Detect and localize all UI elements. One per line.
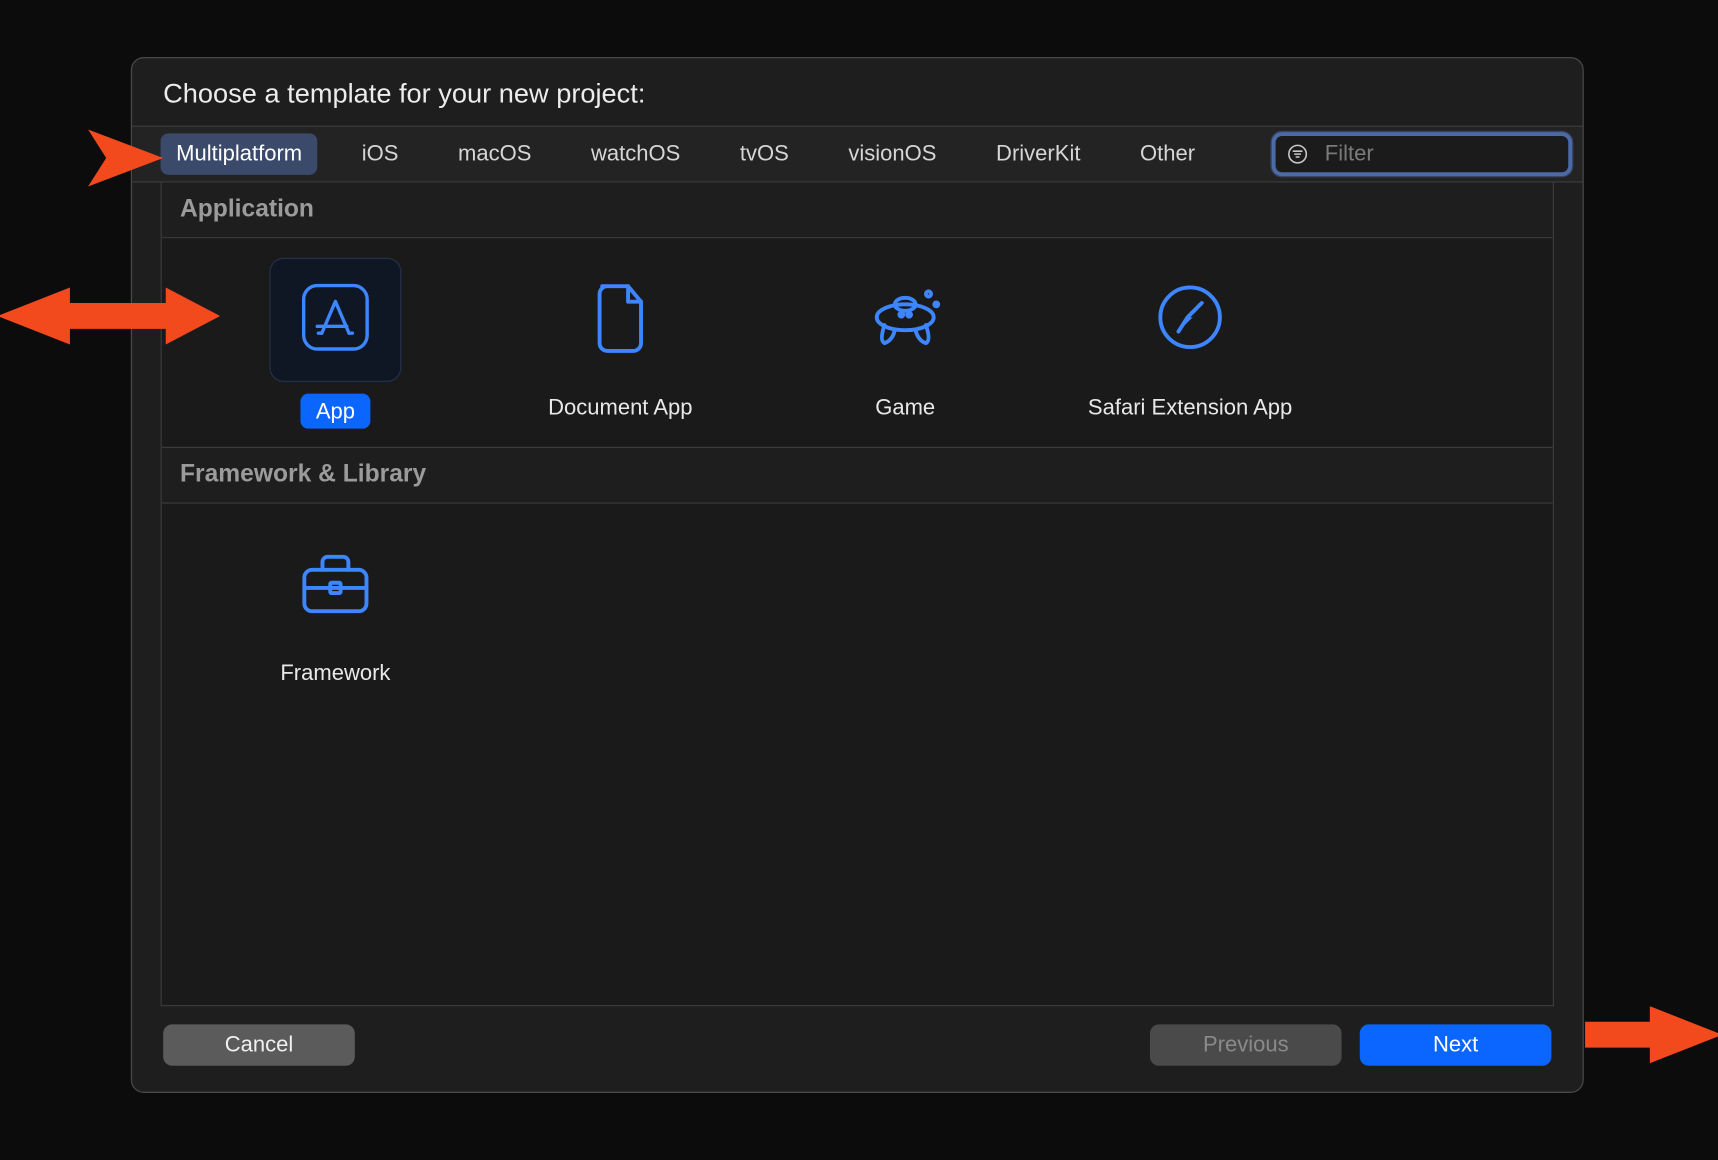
filter-input[interactable] [1325,141,1611,167]
tab-macos[interactable]: macOS [442,133,546,174]
section-application: App Document App [162,238,1553,448]
section-header-framework: Framework & Library [162,448,1553,504]
next-button[interactable]: Next [1360,1024,1552,1065]
game-icon [866,286,944,355]
template-game[interactable]: Game [763,246,1048,429]
template-document-app[interactable]: Document App [478,246,763,429]
template-label: App [300,394,370,429]
template-label: Safari Extension App [1088,394,1292,422]
app-icon [299,280,372,359]
template-app[interactable]: App [193,246,478,429]
tab-ios[interactable]: iOS [346,133,414,174]
platform-tab-bar: Multiplatform iOS macOS watchOS tvOS vis… [132,126,1582,183]
section-header-application: Application [162,183,1553,239]
dialog-footer: Cancel Previous Next [132,1006,1582,1091]
template-chooser-dialog: Choose a template for your new project: … [131,57,1584,1093]
platform-tabs: Multiplatform iOS macOS watchOS tvOS vis… [161,133,1244,174]
template-list: Application [161,183,1554,1007]
filter-icon [1286,142,1309,165]
document-icon [589,280,651,359]
template-label: Game [875,394,935,422]
safari-icon [1155,282,1225,358]
template-framework[interactable]: Framework [193,512,478,687]
cancel-button[interactable]: Cancel [163,1024,355,1065]
tab-visionos[interactable]: visionOS [833,133,952,174]
template-label: Document App [548,394,692,422]
tab-tvos[interactable]: tvOS [724,133,804,174]
template-label: Framework [280,659,390,687]
previous-button[interactable]: Previous [1150,1024,1342,1065]
section-framework: Framework [162,504,1553,1005]
tab-other[interactable]: Other [1124,133,1210,174]
annotation-arrow-next [1575,984,1718,1085]
toolbox-icon [297,549,375,623]
tab-watchos[interactable]: watchOS [575,133,695,174]
tab-driverkit[interactable]: DriverKit [981,133,1096,174]
dialog-title: Choose a template for your new project: [132,58,1582,125]
template-safari-extension[interactable]: Safari Extension App [1048,246,1333,429]
tab-multiplatform[interactable]: Multiplatform [161,133,318,174]
filter-field[interactable] [1272,132,1572,176]
